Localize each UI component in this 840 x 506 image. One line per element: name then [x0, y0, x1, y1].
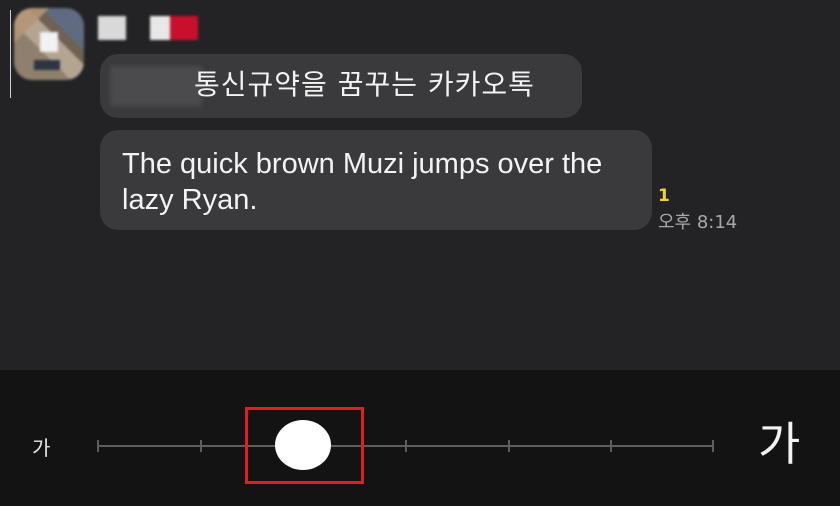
redaction-mask [110, 66, 202, 106]
slider-tick [712, 440, 714, 452]
font-size-panel: 가 가 [0, 370, 840, 506]
slider-tick [97, 440, 99, 452]
avatar[interactable] [14, 8, 84, 80]
slider-tick [610, 440, 612, 452]
font-size-max-label: 가 [758, 417, 801, 471]
slider-tick [508, 440, 510, 452]
left-divider [10, 10, 11, 98]
unread-count: 1 [658, 186, 670, 206]
message-bubble-2[interactable]: The quick brown Muzi jumps over the lazy… [100, 130, 652, 230]
slider-tick [405, 440, 407, 452]
chat-area: 통신규약을 꿈꾸는 카카오톡 The quick brown Muzi jump… [0, 0, 840, 370]
message-time: 오후 8:14 [658, 212, 738, 233]
slider-tick [200, 440, 202, 452]
message-bubble-1[interactable]: 통신규약을 꿈꾸는 카카오톡 [100, 54, 582, 118]
highlight-box [245, 407, 364, 484]
font-size-min-label: 가 [32, 436, 51, 460]
message-text-2: The quick brown Muzi jumps over the lazy… [122, 148, 603, 216]
sender-name-redacted [98, 16, 208, 40]
message-text-1: 통신규약을 꿈꾸는 카카오톡 [194, 68, 535, 101]
